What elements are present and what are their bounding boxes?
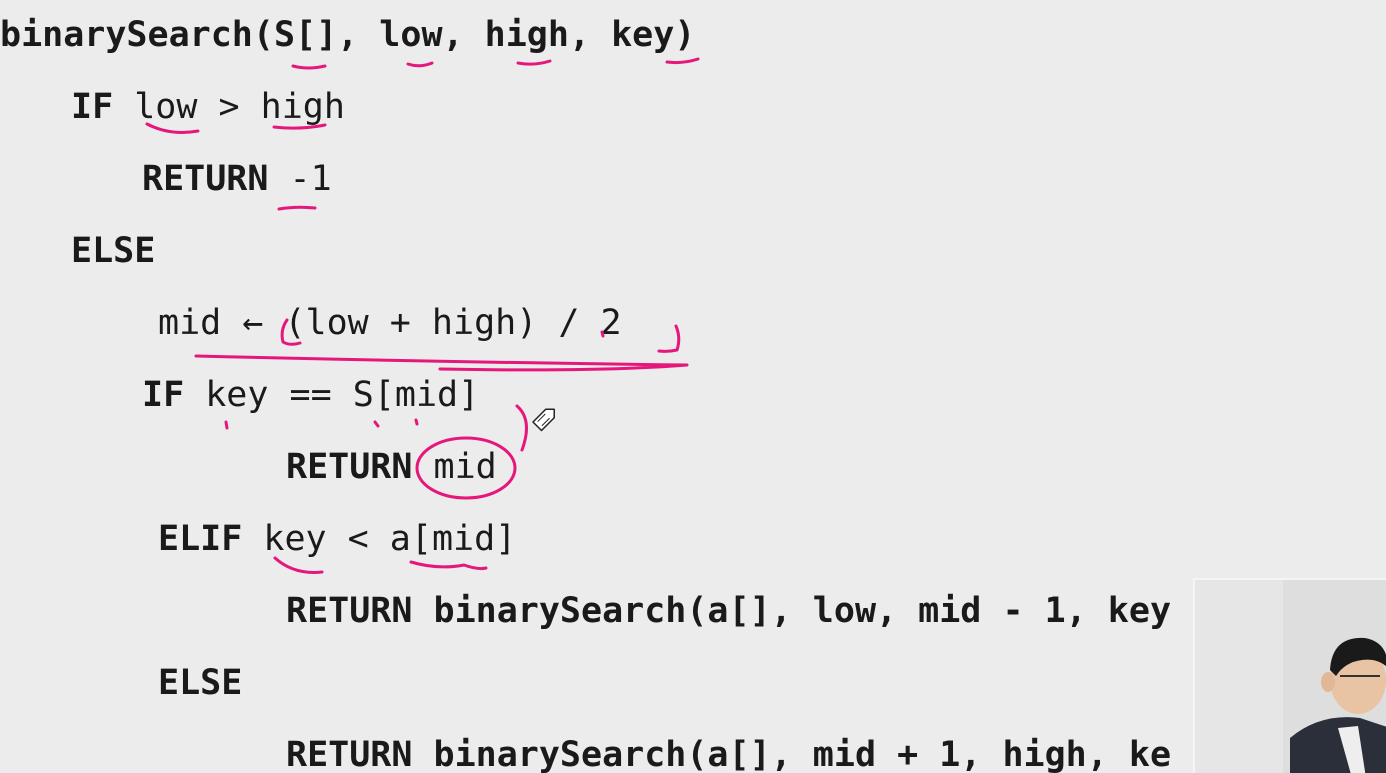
return-value: -1 <box>268 159 332 199</box>
pen-cursor-icon <box>532 408 555 432</box>
underline-minus-one <box>277 205 317 211</box>
lecture-slide: binarySearch(S[], low, high, key) IF low… <box>0 0 1386 773</box>
tick-mid-2 <box>414 418 419 426</box>
function-params: (S[], low, high, key) <box>252 15 696 55</box>
elif-keyword: ELIF <box>158 519 243 559</box>
return-right-recursion-line: RETURN binarySearch(a[], mid + 1, high, … <box>286 735 1172 773</box>
bracket-right <box>657 324 681 353</box>
else-line-2: ELSE <box>158 663 243 703</box>
if-key-equals-line: IF key == S[mid] <box>142 378 479 413</box>
return-neg-one-line: RETURN -1 <box>142 162 332 197</box>
elif-line: ELIF key < a[mid] <box>158 522 516 557</box>
presenter-video <box>1193 578 1386 773</box>
underline-high <box>516 59 552 66</box>
if-condition: low > high <box>113 87 345 127</box>
tick-key <box>224 420 229 430</box>
if-condition: key == S[mid] <box>184 375 480 415</box>
mid-assignment-line: mid ← (low + high) / 2 <box>158 303 622 343</box>
presenter-video-icon <box>1290 637 1386 773</box>
arc-mark <box>515 404 528 452</box>
else-line: ELSE <box>71 231 156 271</box>
elif-condition: key < a[mid] <box>242 519 517 559</box>
if-low-gt-high-line: IF low > high <box>71 90 345 125</box>
underline-a-mid <box>409 560 488 571</box>
return-value: mid <box>412 447 497 487</box>
if-keyword: IF <box>142 375 185 415</box>
function-signature: binarySearch(S[], low, high, key) <box>0 18 695 53</box>
background-panel <box>1195 580 1285 773</box>
return-keyword: RETURN <box>142 159 269 199</box>
return-mid-line: RETURN mid <box>286 450 497 485</box>
underline-s <box>291 64 327 70</box>
if-keyword: IF <box>71 87 114 127</box>
underline-key <box>665 57 700 65</box>
return-keyword: RETURN <box>286 447 413 487</box>
function-name: binarySearch <box>0 15 253 55</box>
return-left-recursion-line: RETURN binarySearch(a[], low, mid - 1, k… <box>286 591 1172 631</box>
tick-mid <box>373 420 380 428</box>
underline-low <box>406 61 434 68</box>
underline-key-3 <box>273 556 324 574</box>
mid-formula-underline <box>194 354 689 372</box>
